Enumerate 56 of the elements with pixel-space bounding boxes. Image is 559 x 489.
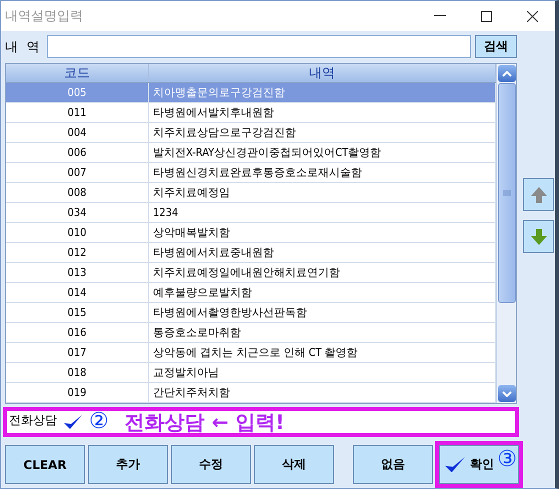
table-row[interactable]: 012 타병원에서치료중내원함 xyxy=(6,243,496,263)
table-row[interactable]: 006 발치전X-RAY상신경관이중첩되어있어CT촬영함 xyxy=(6,143,496,163)
step-marker: ③ xyxy=(497,449,517,471)
table-cell: 005 xyxy=(6,83,149,102)
check-icon xyxy=(63,415,83,429)
table-row[interactable]: 015 타병원에서촬영한방사선판독함 xyxy=(6,303,496,323)
table-row[interactable]: 011 타병원에서발치후내원함 xyxy=(6,103,496,123)
action-button[interactable]: 삭제 xyxy=(254,445,334,484)
table-row[interactable]: 008 치주치료예정임 xyxy=(6,183,496,203)
table-cell: 018 xyxy=(6,363,149,382)
column-header[interactable]: 코드 xyxy=(6,64,149,82)
table-cell: 016 xyxy=(6,323,149,342)
none-button[interactable]: 없음 xyxy=(353,445,433,484)
scroll-up-icon[interactable] xyxy=(498,65,516,82)
action-button[interactable]: CLEAR xyxy=(5,445,85,484)
scroll-down-icon[interactable] xyxy=(498,385,516,402)
memo-value: 전화상담 xyxy=(9,412,57,429)
table-cell: 007 xyxy=(6,163,149,182)
table-cell: 008 xyxy=(6,183,149,202)
table-row[interactable]: 016 통증호소로마취함 xyxy=(6,323,496,343)
table-cell: 019 xyxy=(6,383,149,402)
check-icon xyxy=(444,456,466,472)
table-row[interactable]: 004 치주치료상담으로구강검진함 xyxy=(6,123,496,143)
move-up-button[interactable] xyxy=(523,178,554,211)
table-cell: 012 xyxy=(6,243,149,262)
table-cell: 015 xyxy=(6,303,149,322)
arrow-up-icon xyxy=(530,186,548,204)
action-button[interactable]: 추가 xyxy=(88,445,168,484)
table-row[interactable]: 014 예후불량으로발치함 xyxy=(6,283,496,303)
table-row[interactable]: 019 간단치주처치함 xyxy=(6,383,496,403)
memo-field[interactable]: 전화상담 ② 전화상담 ← 입력! xyxy=(3,407,519,437)
table-cell: 006 xyxy=(6,143,149,162)
scrollbar[interactable] xyxy=(496,64,516,403)
action-button[interactable]: 수정 xyxy=(171,445,251,484)
table-row[interactable]: 007 타병원신경치료완료후통증호소로재시술함 xyxy=(6,163,496,183)
table-cell: 013 xyxy=(6,263,149,282)
move-down-button[interactable] xyxy=(523,220,554,253)
table-cell: 011 xyxy=(6,103,149,122)
annotation-note: 전화상담 ← 입력! xyxy=(124,408,285,436)
table-row[interactable]: 018 교정발치아님 xyxy=(6,363,496,383)
table-cell: 004 xyxy=(6,123,149,142)
table-row[interactable]: 010 상악매복발치함 xyxy=(6,223,496,243)
scroll-thumb[interactable] xyxy=(498,83,516,303)
step-marker: ② xyxy=(89,411,109,433)
table-cell: 014 xyxy=(6,283,149,302)
table-cell: 010 xyxy=(6,223,149,242)
arrow-down-icon xyxy=(530,228,548,246)
table-cell: 017 xyxy=(6,343,149,362)
search-label: 내 역 xyxy=(5,38,40,56)
window-title: 내역설명입력 xyxy=(5,8,84,25)
search-field[interactable] xyxy=(47,35,471,58)
table-row[interactable]: 034 1234 xyxy=(6,203,496,223)
table-row[interactable]: 017 상악동에 겹치는 치근으로 인해 CT 촬영함 xyxy=(6,343,496,363)
table-row[interactable]: 013 치주치료예정일에내원안해치료연기함 xyxy=(6,263,496,283)
search-button[interactable]: 검색 xyxy=(475,35,517,58)
table-cell: 034 xyxy=(6,203,149,222)
